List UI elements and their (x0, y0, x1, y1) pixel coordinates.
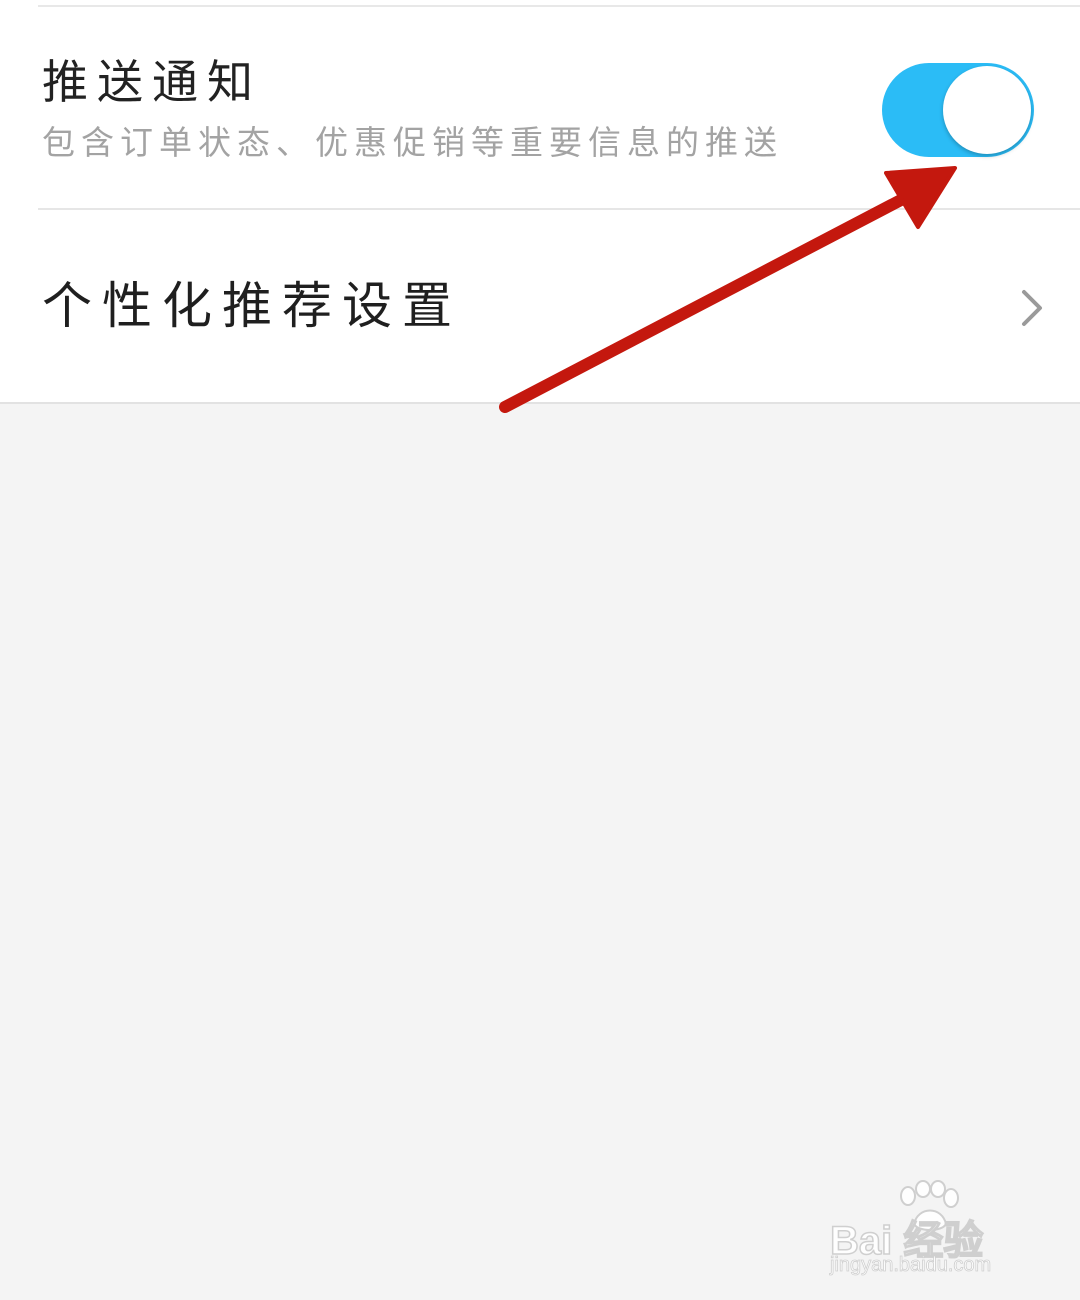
push-notification-title: 推送通知 (42, 55, 262, 109)
push-notification-row: 推送通知 包含订单状态、优惠促销等重要信息的推送 (0, 7, 1080, 208)
personalized-recommendation-row[interactable]: 个性化推荐设置 (0, 210, 1080, 402)
push-notification-description: 包含订单状态、优惠促销等重要信息的推送 (42, 123, 783, 162)
push-notification-toggle[interactable] (882, 63, 1034, 157)
chevron-right-icon (1022, 290, 1042, 326)
baidu-jingyan-watermark: Bai 经验 jingyan.baidu.com (822, 1180, 1042, 1280)
personalized-recommendation-label: 个性化推荐设置 (42, 277, 462, 335)
settings-list: 推送通知 包含订单状态、优惠促销等重要信息的推送 个性化推荐设置 (0, 0, 1080, 404)
watermark-url: jingyan.baidu.com (830, 1254, 992, 1277)
toggle-knob (943, 66, 1031, 154)
